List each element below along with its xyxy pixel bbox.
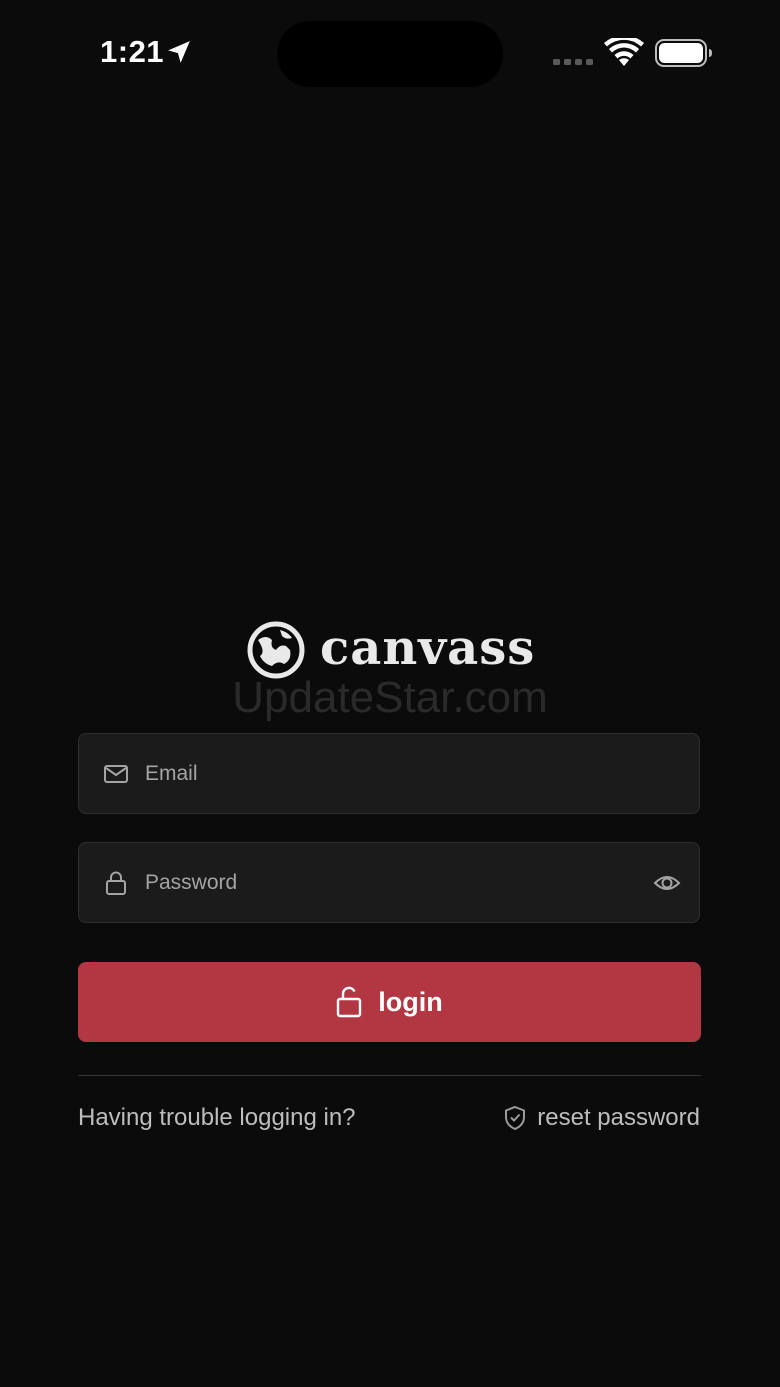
wifi-icon: [604, 38, 644, 66]
cellular-signal-icon: [553, 59, 593, 65]
location-arrow-icon: [168, 41, 190, 63]
password-input[interactable]: [145, 843, 645, 922]
lock-icon: [106, 871, 126, 895]
battery-icon: [655, 39, 712, 67]
envelope-icon: [104, 765, 128, 783]
watermark: UpdateStar.com: [232, 673, 548, 722]
email-input[interactable]: [145, 734, 645, 813]
email-field[interactable]: [78, 733, 700, 814]
eye-icon[interactable]: [653, 870, 681, 896]
dynamic-island: [277, 21, 503, 87]
divider: [78, 1075, 701, 1076]
login-button[interactable]: login: [78, 962, 701, 1042]
reset-password-label: reset password: [537, 1104, 700, 1131]
login-label: login: [378, 986, 443, 1017]
login-button-content: login: [78, 962, 701, 1042]
shield-icon: [505, 1105, 526, 1131]
status-time: 1:21: [100, 34, 165, 69]
unlock-icon: [337, 986, 362, 1018]
reset-password-link[interactable]: reset password: [503, 1102, 700, 1134]
trouble-logging-in-link[interactable]: Having trouble logging in?: [78, 1102, 356, 1134]
password-field[interactable]: [78, 842, 700, 923]
status-bar: 1:21: [0, 0, 780, 100]
